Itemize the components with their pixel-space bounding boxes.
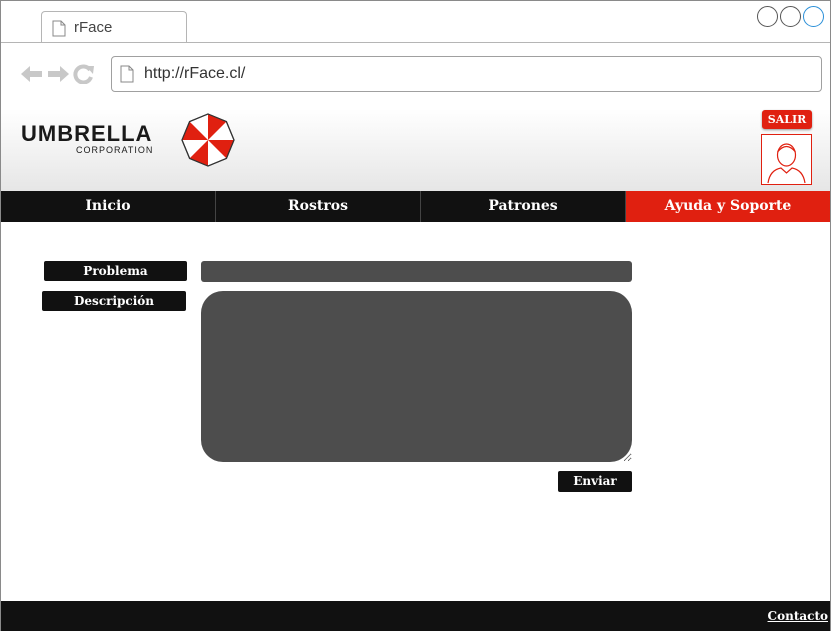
nav-item-ayuda-soporte[interactable]: Ayuda y Soporte <box>626 191 830 222</box>
avatar[interactable] <box>761 134 812 185</box>
description-label: Descripción <box>42 291 186 311</box>
back-arrow-icon[interactable] <box>21 65 43 83</box>
problem-label: Problema <box>44 261 187 281</box>
contact-link[interactable]: Contacto <box>768 609 828 623</box>
browser-window: rFace http://rFace.cl/ UMBRELLA CORPORAT… <box>0 0 831 631</box>
tab-title: rFace <box>74 19 113 36</box>
user-avatar-icon <box>767 143 806 184</box>
logout-button[interactable]: SALIR <box>762 110 812 129</box>
page-icon <box>52 20 66 37</box>
site-header: UMBRELLA CORPORATION <box>1 109 830 191</box>
footer: Contacto <box>1 601 830 631</box>
send-button[interactable]: Enviar <box>558 471 632 492</box>
close-icon[interactable] <box>803 6 824 27</box>
description-textarea[interactable] <box>201 291 632 462</box>
maximize-icon[interactable] <box>780 6 801 27</box>
problem-input[interactable] <box>201 261 632 282</box>
logo-main-text: UMBRELLA <box>21 121 153 146</box>
browser-nav <box>21 64 95 84</box>
nav-item-inicio[interactable]: Inicio <box>1 191 216 222</box>
page-icon <box>120 65 134 83</box>
main-nav: Inicio Rostros Patrones Ayuda y Soporte <box>1 191 830 222</box>
browser-tab[interactable]: rFace <box>41 11 187 43</box>
logo[interactable]: UMBRELLA CORPORATION <box>21 121 153 155</box>
logo-sub-text: CORPORATION <box>76 145 154 155</box>
window-controls <box>757 6 824 27</box>
forward-arrow-icon[interactable] <box>47 65 69 83</box>
nav-item-patrones[interactable]: Patrones <box>421 191 626 222</box>
minimize-icon[interactable] <box>757 6 778 27</box>
url-text: http://rFace.cl/ <box>144 65 246 82</box>
reload-icon[interactable] <box>73 64 95 84</box>
nav-item-rostros[interactable]: Rostros <box>216 191 421 222</box>
tab-divider <box>1 42 830 43</box>
umbrella-logo-icon <box>181 113 235 167</box>
address-bar[interactable]: http://rFace.cl/ <box>111 56 822 92</box>
browser-chrome: rFace http://rFace.cl/ <box>1 1 830 109</box>
